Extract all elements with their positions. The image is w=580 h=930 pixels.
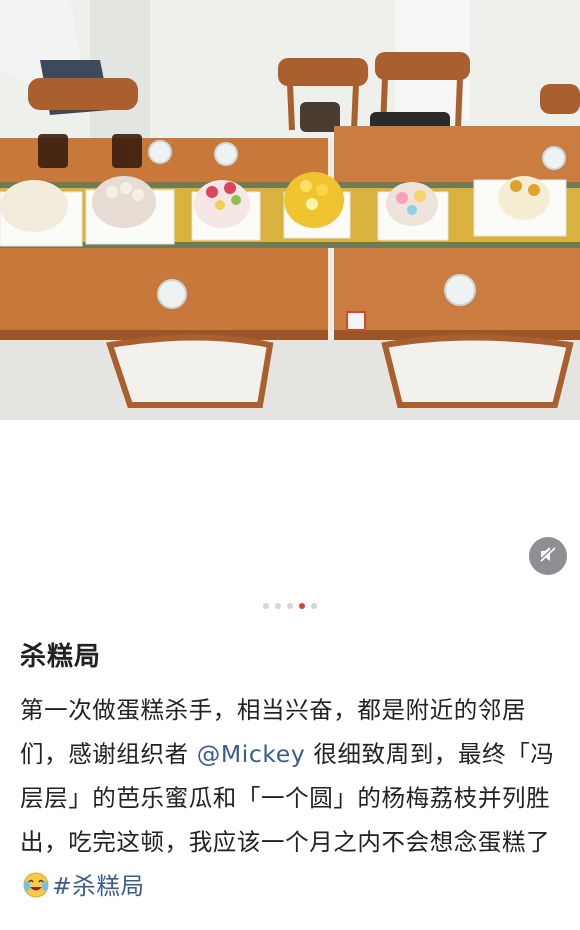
crying-laughing-emoji-icon bbox=[22, 869, 50, 898]
mute-button[interactable] bbox=[529, 537, 567, 575]
cake-table-photo bbox=[0, 0, 580, 420]
speaker-muted-icon bbox=[538, 544, 558, 568]
carousel-dot-active[interactable] bbox=[299, 603, 305, 609]
carousel-dot[interactable] bbox=[275, 603, 281, 609]
post-body: 第一次做蛋糕杀手，相当兴奋，都是附近的邻居们，感谢组织者 @Mickey 很细致… bbox=[20, 688, 568, 908]
hashtag-link[interactable]: #杀糕局 bbox=[52, 872, 145, 900]
mention-link[interactable]: @Mickey bbox=[197, 740, 306, 768]
post-title: 杀糕局 bbox=[20, 642, 102, 672]
carousel-dot[interactable] bbox=[263, 603, 269, 609]
carousel-indicator bbox=[0, 603, 580, 609]
carousel-dot[interactable] bbox=[311, 603, 317, 609]
carousel-dot[interactable] bbox=[287, 603, 293, 609]
post-photo[interactable] bbox=[0, 0, 580, 420]
